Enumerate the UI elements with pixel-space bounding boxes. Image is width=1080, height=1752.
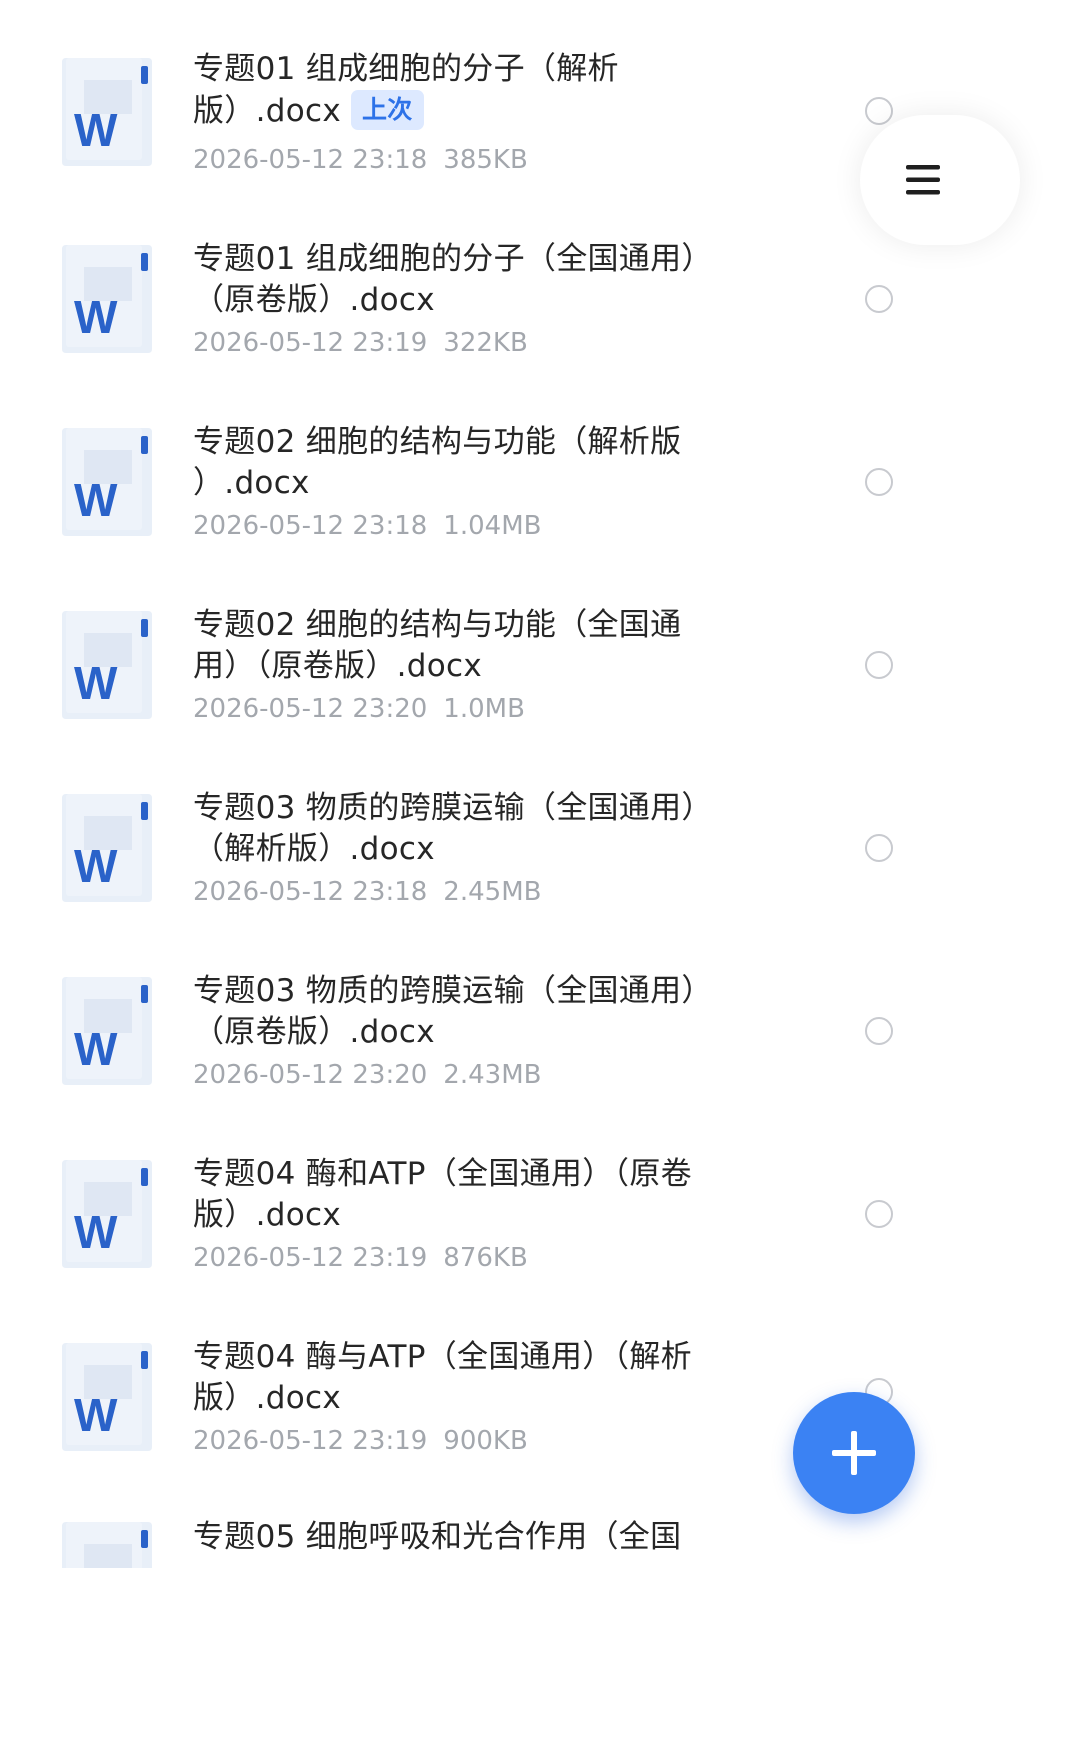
file-size: 900KB bbox=[443, 1426, 528, 1456]
file-title: 专题03 物质的跨膜运输（全国通用） （原卷版）.docx bbox=[193, 971, 783, 1053]
file-row[interactable]: W 专题02 细胞的结构与功能（全国通 用）（原卷版）.docx 2026-05… bbox=[0, 549, 967, 732]
file-date: 2026-05-12 23:19 bbox=[193, 328, 428, 358]
file-meta: 2026-05-12 23:19 900KB bbox=[193, 1424, 528, 1458]
word-doc-icon: W bbox=[62, 245, 152, 353]
select-radio[interactable] bbox=[865, 1200, 893, 1228]
file-title-line: 版）.docx bbox=[193, 1380, 341, 1416]
svg-text:W: W bbox=[74, 474, 118, 526]
file-date: 2026-05-12 23:20 bbox=[193, 694, 428, 724]
file-meta: 2026-05-12 23:18 385KB bbox=[193, 143, 528, 177]
select-radio[interactable] bbox=[865, 97, 893, 125]
file-meta: 2026-05-12 23:18 2.45MB bbox=[193, 875, 541, 909]
file-size: 2.43MB bbox=[443, 1060, 542, 1090]
select-radio[interactable] bbox=[865, 1017, 893, 1045]
file-title-line: 版）.docx bbox=[193, 1197, 341, 1233]
file-title-line: （原卷版）.docx bbox=[193, 1014, 435, 1050]
svg-text:W: W bbox=[74, 1389, 118, 1441]
file-title-line: 专题05 细胞呼吸和光合作用（全国 bbox=[193, 1519, 682, 1555]
file-title: 专题04 酶与ATP（全国通用）（解析 版）.docx bbox=[193, 1337, 783, 1419]
file-title-line: 专题03 物质的跨膜运输（全国通用） bbox=[193, 973, 713, 1009]
file-title-line: 专题04 酶与ATP（全国通用）（解析 bbox=[193, 1339, 692, 1375]
add-button[interactable] bbox=[793, 1392, 915, 1514]
select-radio[interactable] bbox=[865, 468, 893, 496]
file-meta: 2026-05-12 23:20 1.0MB bbox=[193, 692, 525, 726]
word-doc-icon: W bbox=[62, 794, 152, 902]
file-title-line: ）.docx bbox=[193, 465, 310, 501]
file-title: 专题03 物质的跨膜运输（全国通用） （解析版）.docx bbox=[193, 788, 783, 870]
plus-icon bbox=[832, 1431, 876, 1475]
word-doc-icon: W bbox=[62, 1160, 152, 1268]
svg-text:W: W bbox=[74, 657, 118, 709]
file-size: 322KB bbox=[443, 328, 528, 358]
word-doc-icon: W bbox=[62, 611, 152, 719]
file-title: 专题05 细胞呼吸和光合作用（全国 bbox=[193, 1517, 783, 1558]
svg-text:W: W bbox=[74, 104, 118, 156]
file-row[interactable]: W 专题01 组成细胞的分子（解析 版）.docx 上次 2026-05-12 2… bbox=[0, 0, 967, 183]
file-size: 876KB bbox=[443, 1243, 528, 1273]
last-opened-badge: 上次 bbox=[351, 90, 424, 130]
file-row[interactable]: W 专题03 物质的跨膜运输（全国通用） （解析版）.docx 2026-05-… bbox=[0, 732, 967, 915]
file-title-line: 用）（原卷版）.docx bbox=[193, 648, 482, 684]
file-title-line: 专题04 酶和ATP（全国通用）（原卷 bbox=[193, 1156, 692, 1192]
file-meta: 2026-05-12 23:20 2.43MB bbox=[193, 1058, 541, 1092]
file-row[interactable]: W 专题04 酶和ATP（全国通用）（原卷 版）.docx 2026-05-12… bbox=[0, 1098, 967, 1281]
file-title-line: 专题02 细胞的结构与功能（全国通 bbox=[193, 607, 682, 643]
file-title: 专题02 细胞的结构与功能（解析版 ）.docx bbox=[193, 422, 783, 504]
file-date: 2026-05-12 23:19 bbox=[193, 1243, 428, 1273]
file-title-line: 专题01 组成细胞的分子（解析 bbox=[193, 51, 619, 87]
svg-text:W: W bbox=[74, 840, 118, 892]
file-date: 2026-05-12 23:18 bbox=[193, 145, 428, 175]
file-date: 2026-05-12 23:19 bbox=[193, 1426, 428, 1456]
file-date: 2026-05-12 23:20 bbox=[193, 1060, 428, 1090]
svg-text:W: W bbox=[74, 1206, 118, 1258]
hamburger-menu-icon bbox=[906, 165, 940, 195]
file-size: 1.0MB bbox=[443, 694, 525, 724]
file-meta: 2026-05-12 23:19 876KB bbox=[193, 1241, 528, 1275]
word-doc-icon: W bbox=[62, 977, 152, 1085]
word-doc-icon: W bbox=[62, 1343, 152, 1451]
word-doc-icon: W bbox=[62, 428, 152, 536]
file-meta: 2026-05-12 23:19 322KB bbox=[193, 326, 528, 360]
word-doc-icon: W bbox=[62, 58, 152, 166]
svg-text:W: W bbox=[74, 1023, 118, 1075]
file-date: 2026-05-12 23:18 bbox=[193, 877, 428, 907]
file-title: 专题01 组成细胞的分子（解析 版）.docx 上次 bbox=[193, 49, 783, 132]
file-title-line: 专题01 组成细胞的分子（全国通用） bbox=[193, 241, 713, 277]
file-size: 385KB bbox=[443, 145, 528, 175]
file-row[interactable]: W 专题03 物质的跨膜运输（全国通用） （原卷版）.docx 2026-05-… bbox=[0, 915, 967, 1098]
file-title: 专题01 组成细胞的分子（全国通用） （原卷版）.docx bbox=[193, 239, 783, 321]
file-title: 专题04 酶和ATP（全国通用）（原卷 版）.docx bbox=[193, 1154, 783, 1236]
file-title-line: （原卷版）.docx bbox=[193, 282, 435, 318]
file-size: 2.45MB bbox=[443, 877, 542, 907]
word-doc-icon: W bbox=[62, 1522, 152, 1568]
file-date: 2026-05-12 23:18 bbox=[193, 511, 428, 541]
file-title-line: （解析版）.docx bbox=[193, 831, 435, 867]
file-row[interactable]: W 专题01 组成细胞的分子（全国通用） （原卷版）.docx 2026-05-… bbox=[0, 183, 967, 366]
file-title-line: 版）.docx 上次 bbox=[193, 90, 783, 132]
file-row[interactable]: W 专题02 细胞的结构与功能（解析版 ）.docx 2026-05-12 23… bbox=[0, 366, 967, 549]
select-radio[interactable] bbox=[865, 651, 893, 679]
file-size: 1.04MB bbox=[443, 511, 542, 541]
file-title-line: 专题03 物质的跨膜运输（全国通用） bbox=[193, 790, 713, 826]
file-meta: 2026-05-12 23:18 1.04MB bbox=[193, 509, 541, 543]
svg-text:W: W bbox=[74, 291, 118, 343]
file-title-line: 专题02 细胞的结构与功能（解析版 bbox=[193, 424, 682, 460]
select-radio[interactable] bbox=[865, 834, 893, 862]
select-radio[interactable] bbox=[865, 285, 893, 313]
side-menu-tab[interactable] bbox=[860, 115, 1020, 245]
file-title: 专题02 细胞的结构与功能（全国通 用）（原卷版）.docx bbox=[193, 605, 783, 687]
